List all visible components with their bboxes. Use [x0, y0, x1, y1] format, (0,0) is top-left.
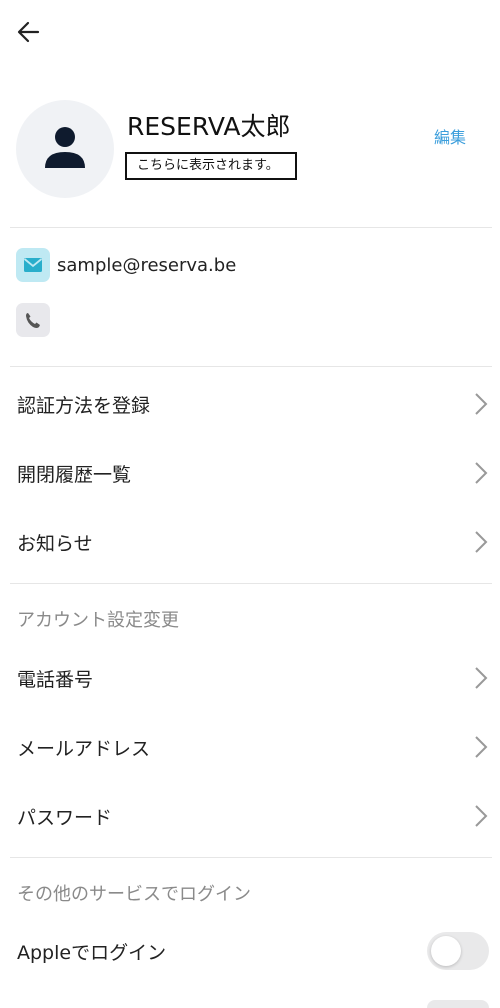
menu-item-label: 認証方法を登録 — [17, 395, 151, 417]
menu-item-notifications[interactable]: お知らせ — [0, 508, 500, 574]
profile-subtitle: こちらに表示されます。 — [125, 152, 297, 180]
menu-item-label: メールアドレス — [17, 738, 151, 760]
avatar — [16, 100, 114, 198]
chevron-right-icon — [475, 667, 488, 689]
menu-item-label: 電話番号 — [17, 669, 94, 691]
edit-button[interactable]: 編集 — [434, 124, 466, 148]
chevron-right-icon — [475, 393, 488, 415]
menu-item-label: パスワード — [17, 807, 113, 829]
next-login-toggle[interactable] — [427, 1000, 489, 1008]
divider — [10, 366, 492, 367]
chevron-right-icon — [475, 736, 488, 758]
toggle-knob — [431, 936, 461, 966]
section-heading-account: アカウント設定変更 — [17, 610, 179, 631]
apple-login-label: Appleでログイン — [17, 942, 167, 964]
menu-item-email-address[interactable]: メールアドレス — [0, 713, 500, 779]
profile-email: sample@reserva.be — [57, 255, 237, 276]
chevron-right-icon — [475, 462, 488, 484]
apple-login-toggle[interactable] — [427, 932, 489, 970]
divider — [10, 227, 492, 228]
arrow-left-icon — [17, 21, 40, 43]
menu-item-phone-number[interactable]: 電話番号 — [0, 644, 500, 710]
menu-item-password[interactable]: パスワード — [0, 782, 500, 848]
divider — [10, 857, 492, 858]
menu-item-label: お知らせ — [17, 533, 93, 555]
divider — [10, 583, 492, 584]
email-icon — [16, 248, 50, 282]
profile-name: RESERVA太郎 — [127, 112, 291, 141]
user-icon — [45, 127, 85, 168]
chevron-right-icon — [475, 805, 488, 827]
phone-icon — [16, 303, 50, 337]
menu-item-label: 開閉履歴一覧 — [17, 464, 132, 486]
menu-item-access-history[interactable]: 開閉履歴一覧 — [0, 439, 500, 505]
back-button[interactable] — [14, 16, 54, 50]
chevron-right-icon — [475, 531, 488, 553]
menu-item-register-auth[interactable]: 認証方法を登録 — [0, 370, 500, 436]
section-heading-login: その他のサービスでログイン — [17, 884, 251, 905]
